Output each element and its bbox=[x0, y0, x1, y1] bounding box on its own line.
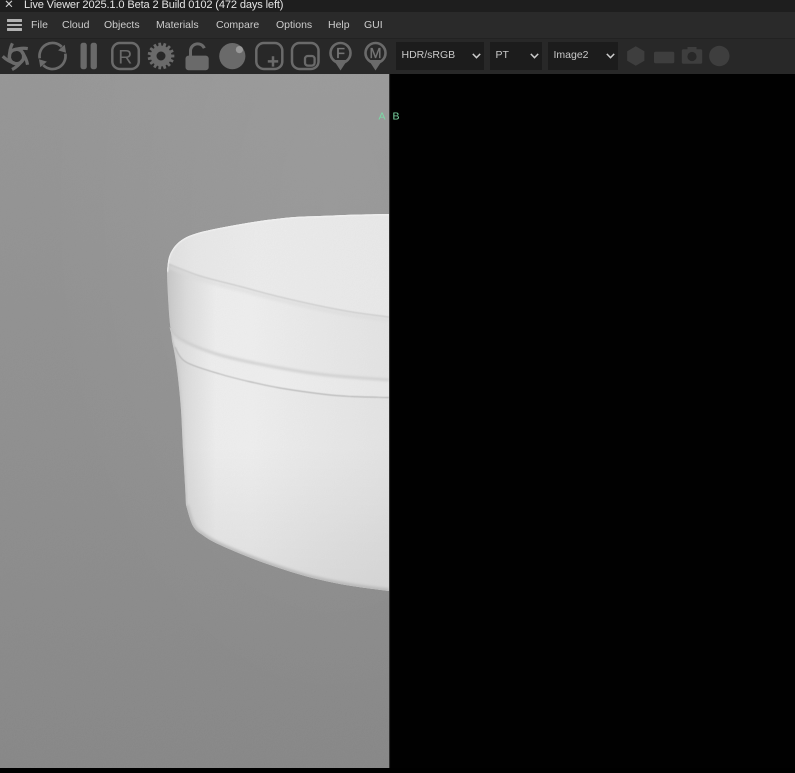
svg-text:B: B bbox=[393, 111, 400, 123]
svg-text:M: M bbox=[369, 46, 381, 62]
svg-text:A: A bbox=[379, 111, 386, 123]
svg-text:R: R bbox=[118, 46, 132, 68]
svg-text:F: F bbox=[336, 46, 345, 62]
